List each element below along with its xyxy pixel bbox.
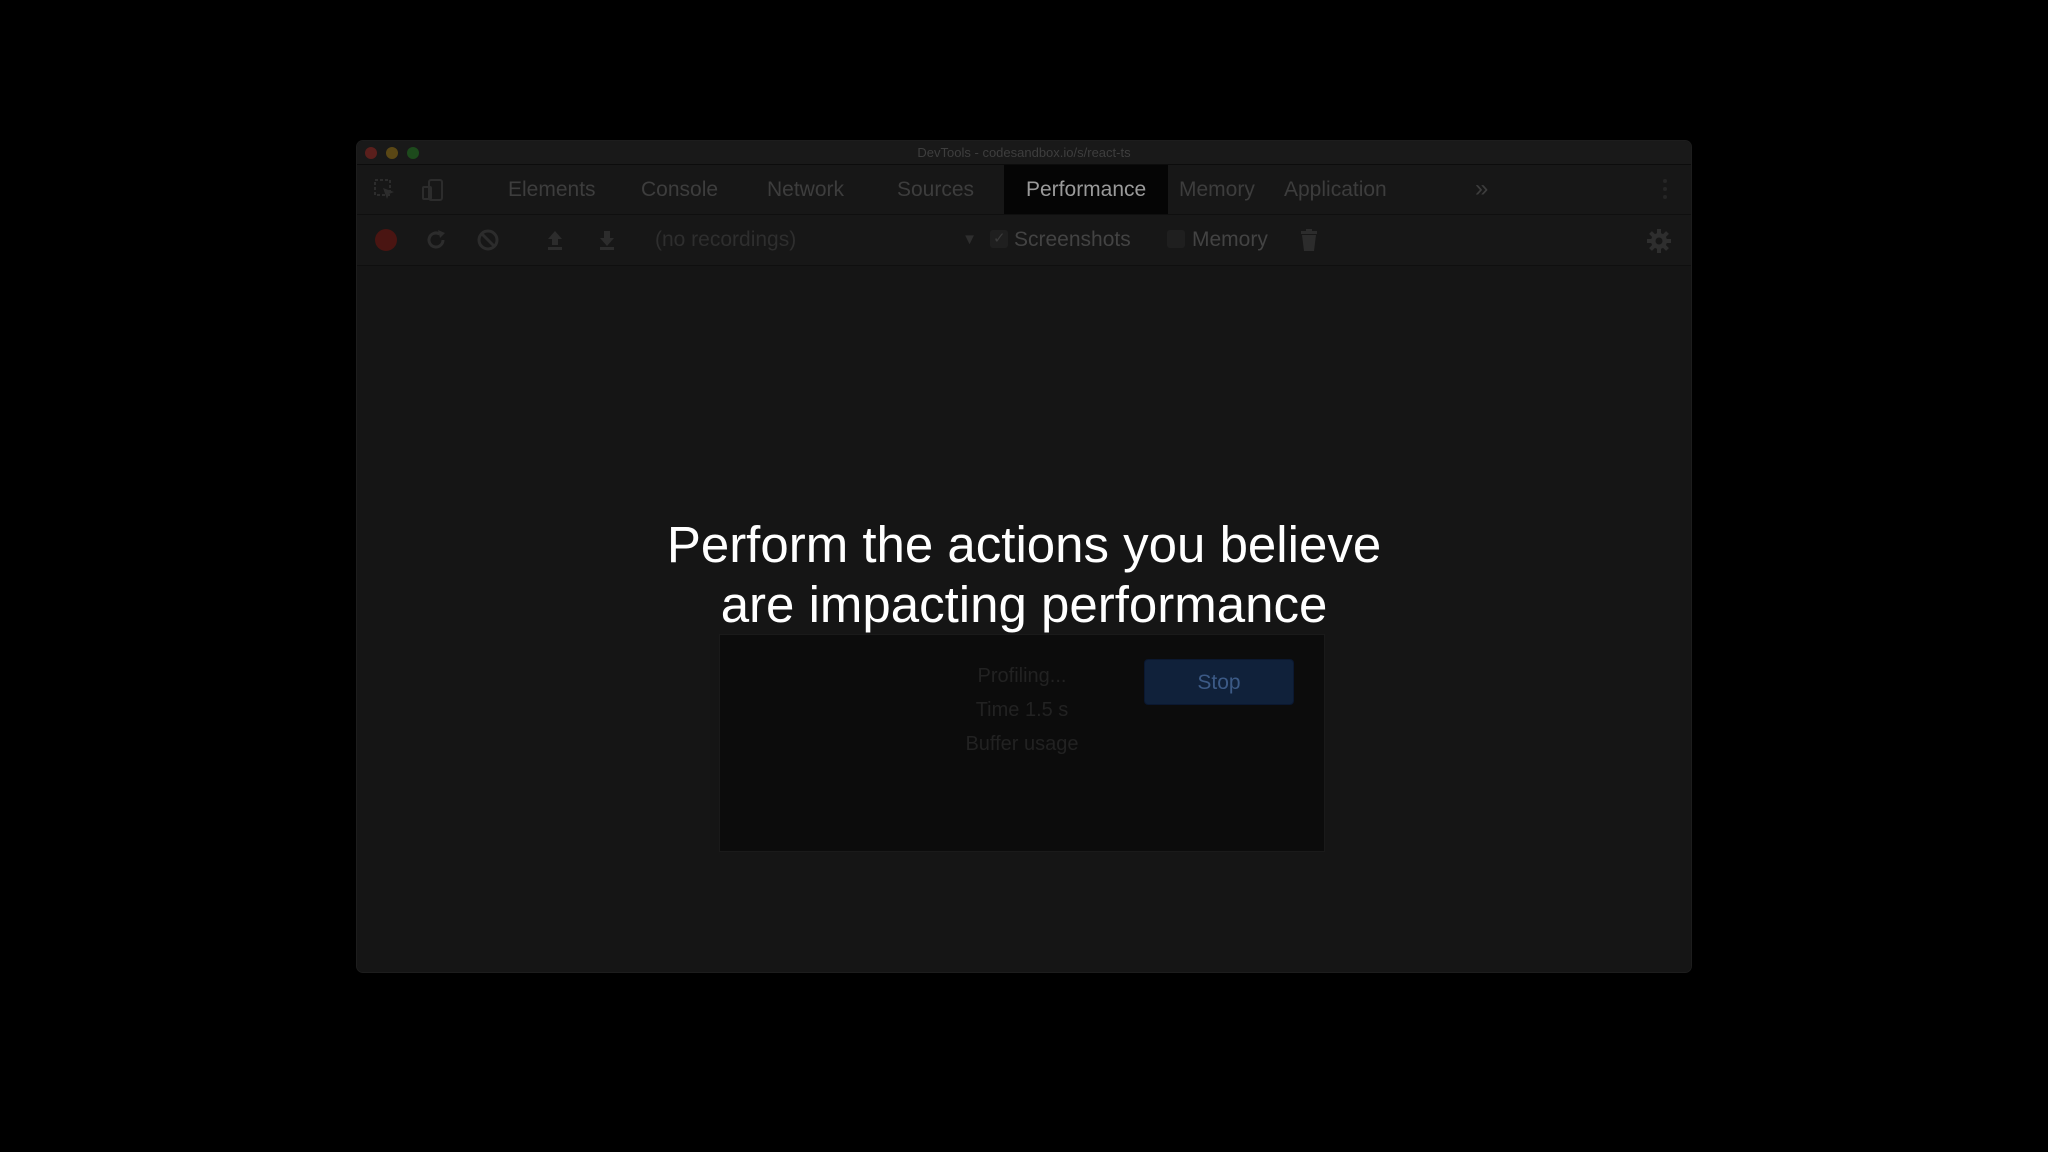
tab-sources[interactable]: Sources — [875, 165, 996, 214]
tab-elements[interactable]: Elements — [486, 165, 618, 214]
more-options-icon[interactable] — [1663, 179, 1667, 201]
load-profile-icon[interactable] — [543, 228, 567, 252]
tab-performance[interactable]: Performance — [1004, 165, 1169, 214]
recordings-select[interactable]: (no recordings) ▼ — [655, 215, 977, 265]
tab-memory[interactable]: Memory — [1157, 165, 1277, 214]
tab-console[interactable]: Console — [619, 165, 740, 214]
memory-label: Memory — [1192, 228, 1268, 251]
tab-application[interactable]: Application — [1262, 165, 1409, 214]
reload-profile-icon[interactable] — [424, 228, 448, 252]
garbage-collect-icon[interactable] — [1297, 228, 1321, 252]
save-profile-icon[interactable] — [595, 228, 619, 252]
title-bar: DevTools - codesandbox.io/s/react-ts — [357, 141, 1691, 165]
device-toolbar-icon[interactable] — [422, 179, 444, 201]
window-title: DevTools - codesandbox.io/s/react-ts — [917, 145, 1131, 160]
record-button[interactable] — [375, 229, 397, 251]
screenshots-label: Screenshots — [1014, 228, 1131, 251]
clear-icon[interactable] — [476, 228, 500, 252]
stop-button[interactable]: Stop — [1144, 659, 1294, 705]
inspect-element-icon[interactable] — [374, 179, 396, 201]
memory-checkbox[interactable] — [1167, 230, 1185, 248]
performance-toolbar: (no recordings) ▼ Screenshots Memory — [357, 215, 1691, 266]
status-buffer-text: Buffer usage — [965, 733, 1079, 755]
overlay-caption: Perform the actions you believe are impa… — [524, 515, 1524, 635]
more-tabs-chevron-icon[interactable]: » — [1475, 165, 1488, 214]
recordings-select-value: (no recordings) — [655, 228, 797, 251]
screenshots-checkbox[interactable] — [990, 229, 1008, 248]
tab-network[interactable]: Network — [745, 165, 866, 214]
caption-line-1: Perform the actions you believe — [666, 516, 1382, 573]
chevron-down-icon: ▼ — [962, 231, 977, 248]
settings-gear-icon[interactable] — [1646, 228, 1671, 253]
devtools-tab-bar: Elements Console Network Sources Perform… — [357, 165, 1691, 215]
caption-line-2: are impacting performance — [720, 576, 1328, 633]
